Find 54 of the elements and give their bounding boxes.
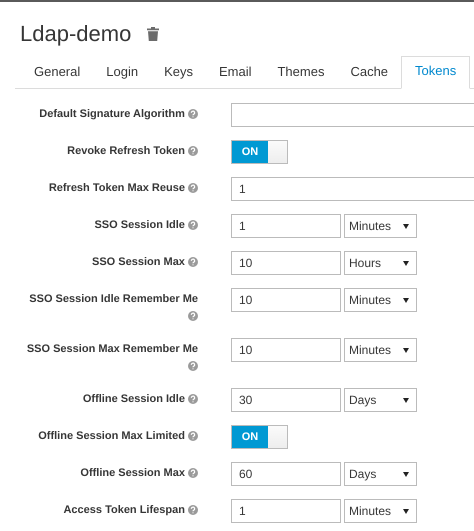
- tab[interactable]: Tokens: [401, 56, 470, 89]
- field-label: Revoke Refresh Token: [67, 145, 185, 157]
- help-icon[interactable]: [188, 257, 198, 268]
- caret-icon: [403, 472, 409, 476]
- unit-select[interactable]: Minutes: [344, 288, 417, 312]
- tab[interactable]: General: [21, 56, 94, 88]
- help-icon[interactable]: [188, 183, 198, 194]
- field-label: Offline Session Max Limited: [38, 430, 185, 442]
- help-icon[interactable]: [188, 146, 198, 156]
- unit-select[interactable]: Minutes: [344, 338, 417, 362]
- help-icon[interactable]: [188, 394, 198, 404]
- caret-icon: [403, 298, 409, 302]
- tab[interactable]: Keys: [151, 56, 206, 88]
- number-field[interactable]: 30: [231, 388, 341, 412]
- realm-title: Ldap-demo: [20, 21, 132, 47]
- unit-select[interactable]: Minutes: [344, 214, 417, 238]
- text-field[interactable]: [231, 103, 474, 127]
- field-label: Default Signature Algorithm: [39, 108, 185, 120]
- caret-icon: [403, 260, 409, 266]
- help-icon[interactable]: [188, 311, 198, 322]
- tab[interactable]: Themes: [264, 56, 338, 88]
- field-label: SSO Session Idle: [94, 219, 185, 231]
- number-field[interactable]: 60: [231, 462, 341, 486]
- field-label: SSO Session Max: [92, 256, 185, 268]
- field-label: SSO Session Max Remember Me: [26, 343, 198, 355]
- unit-select[interactable]: Days: [344, 462, 417, 486]
- tab[interactable]: Login: [93, 56, 152, 88]
- unit-select[interactable]: Days: [344, 388, 417, 412]
- caret-icon: [403, 348, 409, 352]
- number-field[interactable]: 10: [231, 251, 341, 275]
- field-label: Refresh Token Max Reuse: [48, 182, 185, 194]
- unit-select[interactable]: Minutes: [344, 499, 417, 523]
- help-icon[interactable]: [188, 505, 198, 516]
- number-field[interactable]: 10: [231, 288, 341, 312]
- field-label: SSO Session Idle Remember Me: [29, 293, 198, 305]
- tab[interactable]: Email: [206, 56, 264, 88]
- tab[interactable]: Cache: [337, 56, 402, 88]
- help-icon[interactable]: [188, 468, 198, 478]
- caret-icon: [403, 508, 409, 514]
- help-icon[interactable]: [188, 220, 198, 230]
- number-field[interactable]: 10: [231, 338, 341, 362]
- help-icon[interactable]: [188, 109, 198, 120]
- caret-icon: [403, 224, 409, 228]
- field-label: Offline Session Idle: [82, 393, 185, 405]
- text-field[interactable]: 1: [231, 177, 474, 201]
- help-icon[interactable]: [188, 431, 198, 442]
- field-label: Offline Session Max: [80, 467, 185, 479]
- number-field[interactable]: 1: [231, 499, 341, 523]
- help-icon[interactable]: [188, 361, 198, 372]
- trash-icon[interactable]: [147, 27, 160, 41]
- field-label: Access Token Lifespan: [63, 504, 185, 516]
- caret-icon: [403, 398, 409, 402]
- number-field[interactable]: 1: [231, 214, 341, 238]
- unit-select[interactable]: Hours: [344, 251, 417, 275]
